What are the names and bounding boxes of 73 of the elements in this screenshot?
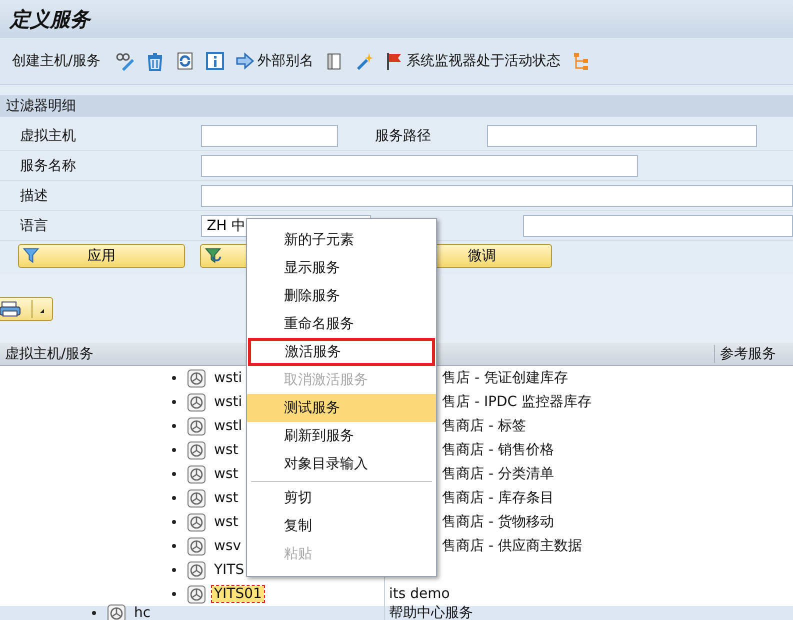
description-text: 售商店 - 标签 [441,417,526,435]
description-text: 售商店 - 销售价格 [441,441,554,459]
description-text: 售店 - IPDC 监控器库存 [441,393,592,411]
tree-item[interactable]: wst [212,442,240,458]
tree-item[interactable]: YITS [212,562,246,578]
print-button[interactable] [0,297,53,321]
menu-item[interactable]: 删除服务 [247,282,436,310]
menu-item[interactable]: 刷新到服务 [247,422,436,450]
column-header: 参考服务 [719,345,776,363]
bullet-icon [172,448,176,452]
bullet-icon [172,496,176,500]
bullet-icon [172,592,176,596]
toolbar-label[interactable]: 外部别名 [258,52,314,70]
bullet-icon [172,568,176,572]
section-title: 过滤器明细 [6,97,76,115]
tree-item[interactable]: wstl [212,418,244,434]
field-label: 描述 [19,186,49,204]
bullet-icon [172,472,176,476]
input-field[interactable] [201,124,338,146]
tree-item[interactable]: YITS01 [212,586,264,602]
tree-item[interactable]: wsti [212,394,244,410]
tree-item[interactable]: wst [212,490,240,506]
create-host-button[interactable]: 创建主机/服务 [12,52,101,70]
tree-item[interactable]: wsti [212,370,244,386]
field-label: 语言 [19,216,49,234]
service-icon [187,368,206,388]
bullet-icon [172,544,176,548]
menu-item[interactable]: 剪切 [247,484,436,512]
description-text: 售商店 - 库存条目 [441,489,554,507]
action-button[interactable]: 应用 [18,244,185,268]
menu-item[interactable]: 对象目录输入 [247,450,436,478]
filter-refresh-icon [204,246,222,264]
bullet-icon [92,611,96,615]
description-text: 售商店 - 分类清单 [441,465,554,483]
input-field[interactable] [523,214,793,236]
service-icon [187,512,206,532]
input-field[interactable] [201,154,638,176]
input-field[interactable] [487,124,757,146]
tree-item[interactable]: wst [212,514,240,530]
service-icon [187,440,206,460]
service-icon [187,416,206,436]
description-text: 售店 - 凭证创建库存 [441,369,568,387]
service-icon [187,464,206,484]
tree-item[interactable]: wsv [212,538,244,554]
field-label: 虚拟主机 [19,126,77,144]
description-text: 售商店 - 货物移动 [441,513,554,531]
filter-icon [22,246,40,264]
service-icon [187,560,206,580]
toolbar-label[interactable]: 系统监视器处于活动状态 [406,52,561,70]
menu-item[interactable]: 复制 [247,512,436,540]
bullet-icon [172,376,176,380]
edit-icon[interactable] [114,51,135,71]
description-text: 售商店 - 供应商主数据 [441,537,582,555]
window-title: 定义服务 [10,6,90,32]
input-field[interactable] [201,184,793,206]
service-icon [187,536,206,556]
menu-item[interactable]: 测试服务 [247,394,436,422]
arrow-right-icon[interactable] [234,51,255,71]
service-icon [187,392,206,412]
service-icon [187,488,206,508]
description-text: 帮助中心服务 [388,606,473,620]
bullet-icon [172,424,176,428]
info-icon[interactable] [204,51,225,71]
tree-item[interactable]: hc [132,606,153,620]
tree-item[interactable]: wst [212,466,240,482]
menu-item[interactable]: 重命名服务 [247,310,436,338]
service-icon [187,584,206,604]
refresh-icon[interactable] [174,51,195,71]
bullet-icon [172,400,176,404]
description-text: its demo [388,586,450,602]
field-label: 服务名称 [19,156,77,174]
field-label: 服务路径 [374,126,432,144]
bullet-icon [172,520,176,524]
